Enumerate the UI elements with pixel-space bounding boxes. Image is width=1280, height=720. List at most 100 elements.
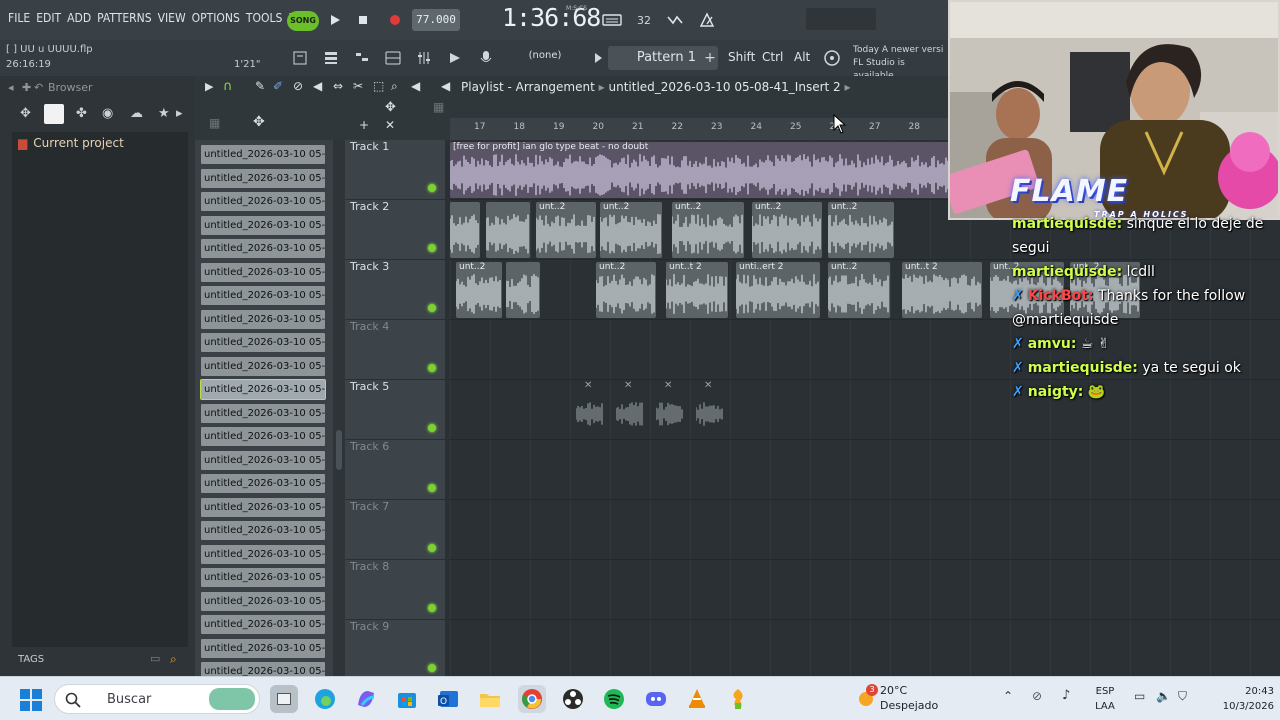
language-indicator[interactable]: ESP LAA: [1090, 684, 1120, 714]
globe-icon[interactable]: ◉: [102, 106, 113, 121]
audio-clip[interactable]: [450, 202, 480, 258]
play-icon[interactable]: [324, 10, 346, 30]
chevron-right-icon[interactable]: ▸: [176, 106, 183, 121]
menu-file[interactable]: FILE: [8, 11, 30, 25]
shield-icon[interactable]: ⛉: [1178, 689, 1187, 704]
clip-source-item[interactable]: untitled_2026-03-10 05-...: [201, 262, 325, 282]
audio-clip[interactable]: unt..2: [600, 202, 662, 258]
metronome-icon[interactable]: [696, 10, 718, 30]
play-playlist-icon[interactable]: ▶: [205, 80, 213, 93]
file-icon[interactable]: [44, 104, 64, 124]
audio-clip[interactable]: unt..t 2: [666, 262, 728, 318]
obs-icon[interactable]: [559, 685, 587, 713]
mic-icon[interactable]: ♪: [1062, 688, 1070, 703]
outlook-icon[interactable]: O: [434, 685, 462, 713]
playback-icon[interactable]: ◀: [411, 79, 420, 93]
display-icon[interactable]: ▭: [1134, 689, 1145, 703]
track-header[interactable]: Track 5: [345, 380, 445, 440]
track-lane[interactable]: [450, 440, 1280, 500]
track-header[interactable]: Track 6: [345, 440, 445, 500]
search-icon[interactable]: ⌕: [170, 652, 177, 667]
windows-start-icon[interactable]: [20, 689, 42, 711]
microphone-icon[interactable]: [476, 48, 496, 68]
menu-options[interactable]: OPTIONS: [192, 11, 240, 25]
mixer-icon[interactable]: [414, 48, 434, 68]
clip-source-item[interactable]: untitled_2026-03-10 05-...: [201, 544, 325, 564]
edge-icon[interactable]: [311, 685, 339, 713]
timeline-ruler[interactable]: 171819202122232425262728: [450, 118, 960, 140]
audio-clip[interactable]: unt..2: [828, 202, 894, 258]
muted-clip[interactable]: ✕: [696, 380, 724, 434]
clip-source-item[interactable]: untitled_2026-03-10 05-...: [201, 591, 325, 611]
arrow-right-icon[interactable]: [445, 48, 465, 68]
move-icon[interactable]: ✥: [253, 114, 265, 130]
audio-clip[interactable]: unt..2: [752, 202, 822, 258]
clip-source-item[interactable]: untitled_2026-03-10 05-...: [201, 145, 325, 164]
delete-icon[interactable]: ⊘: [293, 79, 303, 93]
record-icon[interactable]: [384, 10, 406, 30]
audio-clip[interactable]: [486, 202, 530, 258]
track-enable-led[interactable]: [428, 244, 436, 252]
store-icon[interactable]: [393, 685, 421, 713]
taskbar-clock[interactable]: 20:43 10/3/2026: [1204, 684, 1274, 714]
track-enable-led[interactable]: [428, 484, 436, 492]
add-pattern-icon[interactable]: +: [700, 48, 720, 68]
alt-key-button[interactable]: Alt: [794, 50, 810, 64]
star-icon[interactable]: ★: [158, 106, 170, 121]
chrome-icon[interactable]: [518, 685, 546, 713]
menu-tools[interactable]: TOOLS: [246, 11, 282, 25]
clip-source-item[interactable]: untitled_2026-03-10 05-...: [201, 615, 325, 634]
folder-icon[interactable]: ▭: [150, 652, 160, 665]
select-icon[interactable]: ⬚: [373, 79, 384, 93]
clip-source-item[interactable]: untitled_2026-03-10 05-...: [201, 568, 325, 587]
clip-source-item[interactable]: untitled_2026-03-10 05-...: [201, 403, 325, 423]
task-view-icon[interactable]: [270, 685, 298, 713]
clip-source-item[interactable]: untitled_2026-03-10 05-...: [201, 286, 325, 305]
track-lane[interactable]: [450, 500, 1280, 560]
midi-icon[interactable]: [664, 10, 686, 30]
track-header[interactable]: Track 3: [345, 260, 445, 320]
audio-clip[interactable]: unt..2: [536, 202, 596, 258]
audio-clip[interactable]: unt..t 2: [902, 262, 982, 318]
slip-icon[interactable]: ⇔: [333, 79, 343, 93]
clip-source-item[interactable]: untitled_2026-03-10 05-...: [201, 521, 325, 540]
audio-clip[interactable]: unt..2: [828, 262, 890, 318]
channel-rack-icon[interactable]: [383, 48, 403, 68]
cloud-icon[interactable]: ☁: [130, 106, 143, 121]
plugin-icon[interactable]: ✤: [76, 106, 87, 121]
clip-source-item[interactable]: untitled_2026-03-10 05-...: [201, 333, 325, 352]
track-enable-led[interactable]: [428, 184, 436, 192]
taskbar-search[interactable]: Buscar: [54, 684, 260, 714]
file-explorer-icon[interactable]: [476, 685, 504, 713]
clip-source-item[interactable]: untitled_2026-03-10 05-...: [201, 638, 325, 658]
close-track-icon[interactable]: ✕: [385, 118, 395, 132]
tempo-display[interactable]: 77.000: [412, 9, 460, 31]
tags-label[interactable]: TAGS: [18, 654, 44, 665]
ctrl-key-button[interactable]: Ctrl: [762, 50, 783, 64]
track-lane[interactable]: [450, 620, 1280, 680]
clip-source-item[interactable]: untitled_2026-03-10 05-...: [201, 497, 325, 517]
clip-source-item[interactable]: untitled_2026-03-10 05-...: [201, 309, 325, 329]
typing-keyboard-icon[interactable]: [601, 10, 623, 30]
track-header[interactable]: Track 2: [345, 200, 445, 260]
track-header[interactable]: Track 8: [345, 560, 445, 620]
clip-source-item[interactable]: untitled_2026-03-10 05-...: [201, 356, 325, 376]
spotify-icon[interactable]: [600, 685, 628, 713]
back-icon[interactable]: ↶: [34, 81, 43, 94]
clip-source-item[interactable]: untitled_2026-03-10 05-...: [201, 215, 325, 235]
tray-chevron-icon[interactable]: ⌃: [1003, 689, 1013, 703]
channel-select[interactable]: (none): [510, 50, 580, 66]
shift-key-button[interactable]: Shift: [728, 50, 755, 64]
playlist-arrow-icon[interactable]: ◀: [441, 79, 450, 93]
piano-roll-icon[interactable]: [352, 48, 372, 68]
song-mode-button[interactable]: SONG: [287, 11, 319, 31]
menu-edit[interactable]: EDIT: [36, 11, 61, 25]
playlist-icon[interactable]: [321, 48, 341, 68]
clip-source-item[interactable]: untitled_2026-03-10 05-...: [201, 239, 325, 258]
discord-icon[interactable]: [642, 685, 670, 713]
fl-studio-icon[interactable]: [724, 685, 752, 713]
track-enable-led[interactable]: [428, 424, 436, 432]
collapse-arrow-icon[interactable]: ◂: [8, 81, 14, 94]
track-enable-led[interactable]: [428, 604, 436, 612]
expand-icon[interactable]: ✥: [20, 106, 31, 121]
